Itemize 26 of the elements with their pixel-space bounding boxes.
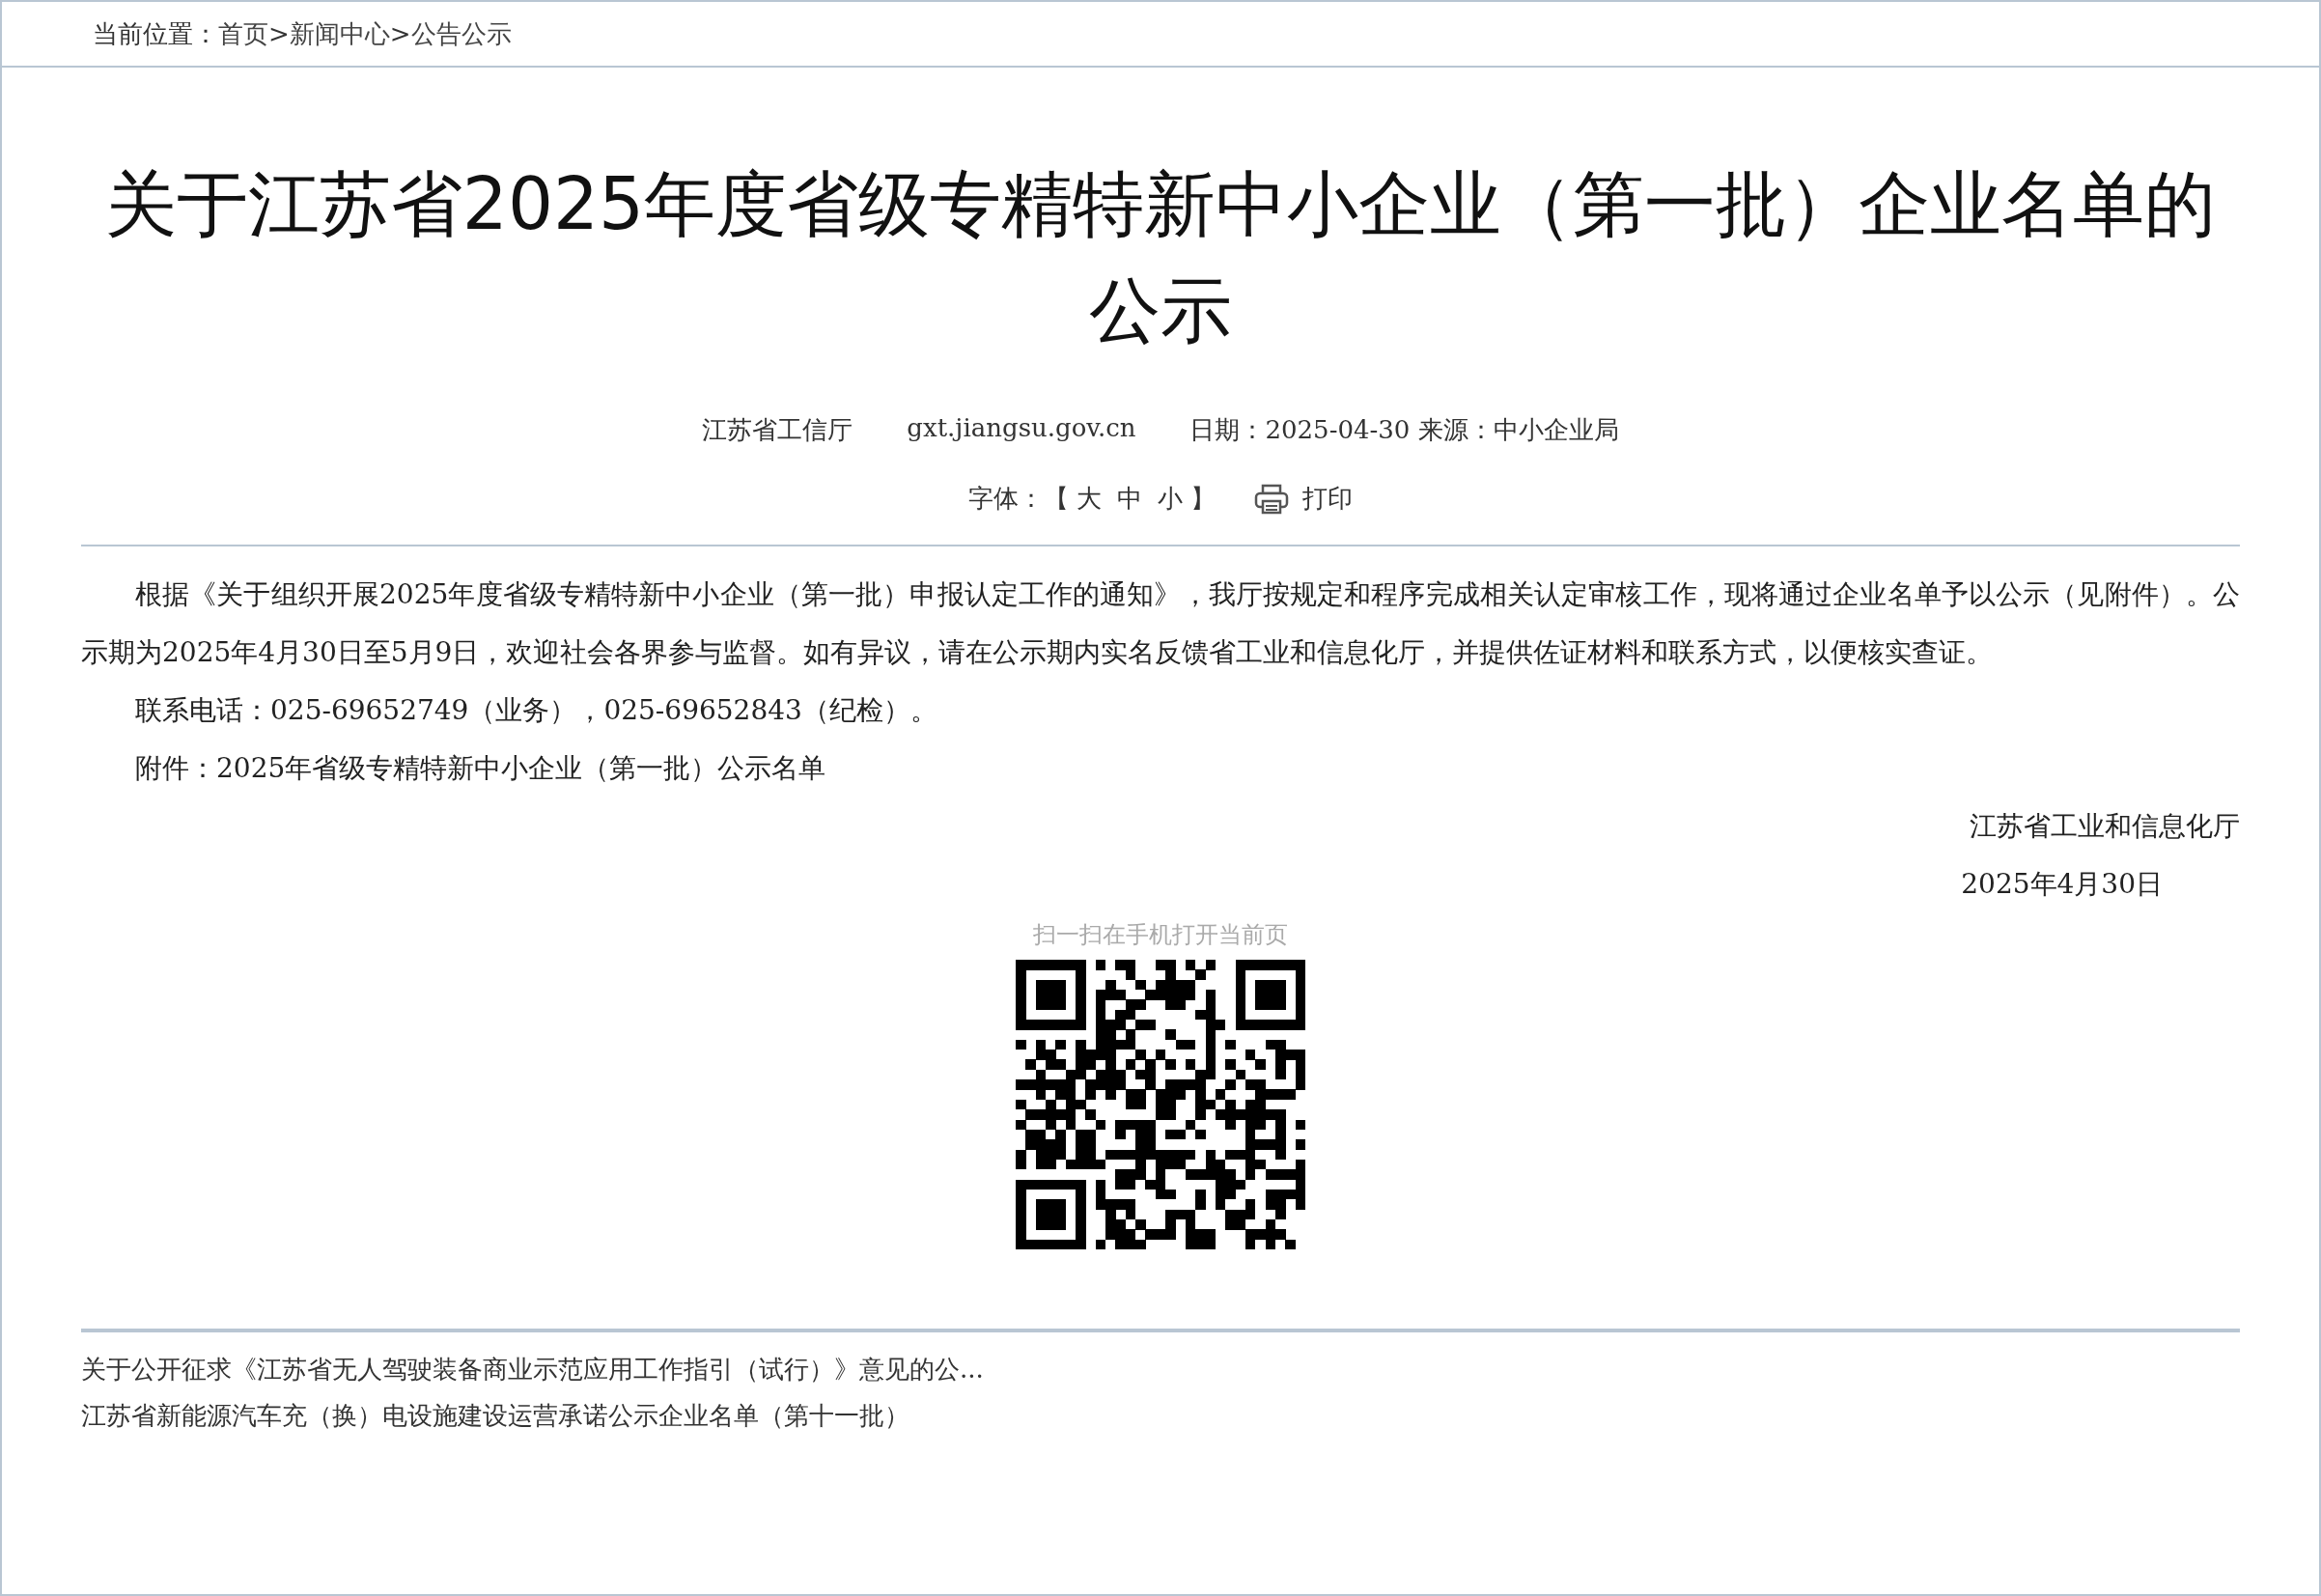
related-article-link[interactable]: 江苏省新能源汽车充（换）电设施建设运营承诺公示企业名单（第十一批） bbox=[81, 1392, 909, 1439]
attachment-text: 附件：2025年省级专精特新中小企业（第一批）公示名单 bbox=[134, 751, 827, 786]
breadcrumb-link[interactable]: 公告公示 bbox=[410, 16, 512, 51]
body-paragraph: 联系电话：025-69652749（业务），025-69652843（纪检）。 bbox=[134, 693, 938, 728]
related-article-link[interactable]: 关于公开征求《江苏省无人驾驶装备商业示范应用工作指引（试行）》意见的公... bbox=[81, 1346, 984, 1392]
font-size-option[interactable]: 中 bbox=[1109, 482, 1150, 516]
signature-date: 2025年4月30日 bbox=[1961, 867, 2164, 902]
article-meta: 日期：2025-04-30 来源：中小企业局 bbox=[1189, 414, 1619, 446]
bracket: 【 bbox=[1044, 483, 1069, 515]
breadcrumb-label: 当前位置： bbox=[93, 17, 218, 50]
print-button[interactable]: 打印 bbox=[1254, 482, 1353, 516]
qr-caption: 扫一扫在手机打开当前页 bbox=[1033, 920, 1288, 950]
article-meta: gxt.jiangsu.gov.cn bbox=[907, 413, 1136, 444]
font-size-label: 字体： bbox=[968, 483, 1044, 515]
signature: 江苏省工业和信息化厅 bbox=[1970, 809, 2240, 844]
bracket: 】 bbox=[1190, 483, 1216, 515]
printer-icon bbox=[1254, 483, 1289, 515]
breadcrumb-separator: > bbox=[268, 19, 290, 48]
font-size-option[interactable]: 小 bbox=[1150, 482, 1190, 516]
breadcrumb-link[interactable]: 新闻中心 bbox=[289, 16, 390, 51]
article-meta: 江苏省工信厅 bbox=[702, 414, 853, 446]
body-paragraph: 根据《关于组织开展2025年度省级专精特新中小企业（第一批）申报认定工作的通知》，我厅按规定和程序完成相关认定审核工作，现将通过企业名单予以公示（见附件）。公示期为2025年4月30日至5月9日，欢迎社会各界参与监督。如有异议，请在公示期内实名反馈省工业和信息化厅，并提供佐证材料和联系方式，以便核实查证。 bbox=[81, 577, 2240, 670]
breadcrumb-link[interactable]: 首页 bbox=[218, 16, 268, 51]
font-size-option[interactable]: 大 bbox=[1069, 482, 1109, 516]
article-title: 关于江苏省2025年度省级专精特新中小企业（第一批）企业名单的公示 bbox=[103, 161, 2218, 353]
breadcrumb-separator: > bbox=[389, 19, 411, 48]
